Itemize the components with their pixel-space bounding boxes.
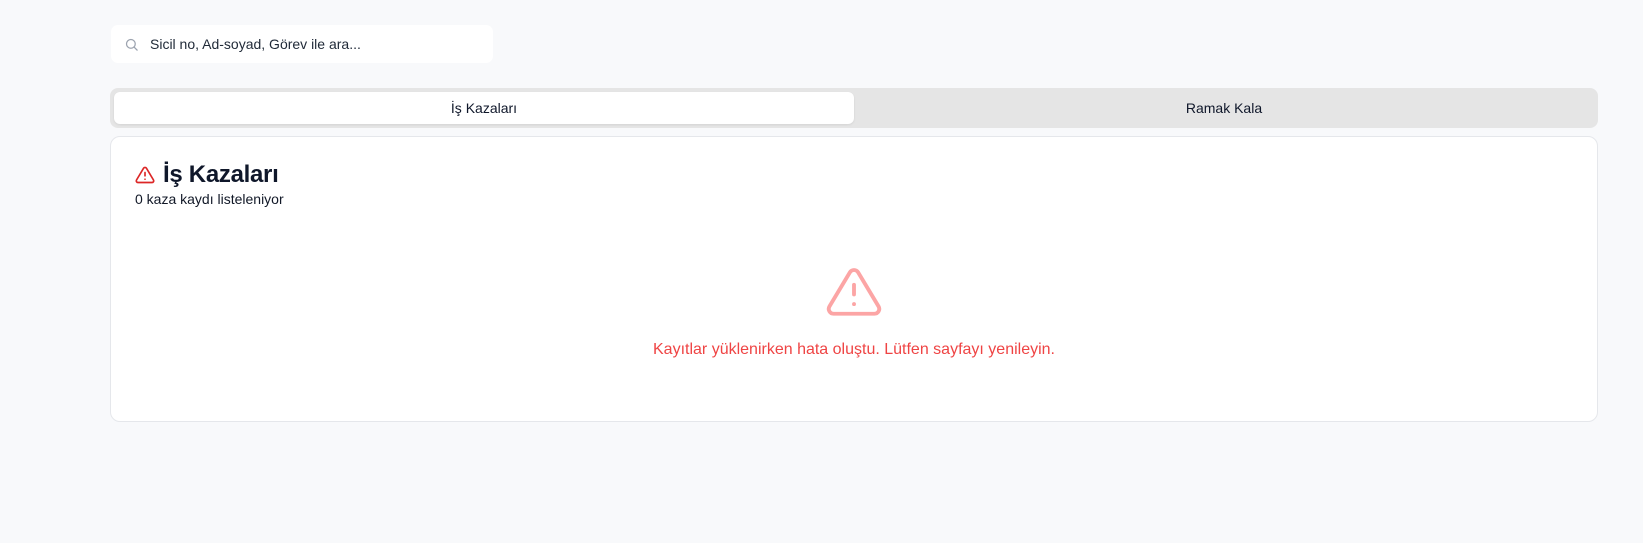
tab-is-kazalari[interactable]: İş Kazaları [114,92,854,124]
alert-triangle-icon [823,263,885,321]
accidents-card: İş Kazaları 0 kaza kaydı listeleniyor Ka… [110,136,1598,422]
alert-triangle-icon [135,165,155,185]
page: İş Kazaları Ramak Kala İş Kazaları 0 kaz… [0,0,1643,543]
card-title: İş Kazaları [163,161,279,188]
search-input[interactable] [150,36,480,52]
card-subtitle: 0 kaza kaydı listeleniyor [135,191,284,207]
title-row: İş Kazaları [135,161,284,189]
search-box[interactable] [111,25,493,63]
tab-list: İş Kazaları Ramak Kala [110,88,1598,128]
error-state: Kayıtlar yüklenirken hata oluştu. Lütfen… [111,263,1597,359]
search-icon [123,36,139,52]
error-message: Kayıtlar yüklenirken hata oluştu. Lütfen… [653,341,1055,358]
tab-ramak-kala[interactable]: Ramak Kala [854,92,1594,124]
card-header: İş Kazaları 0 kaza kaydı listeleniyor [135,161,284,207]
